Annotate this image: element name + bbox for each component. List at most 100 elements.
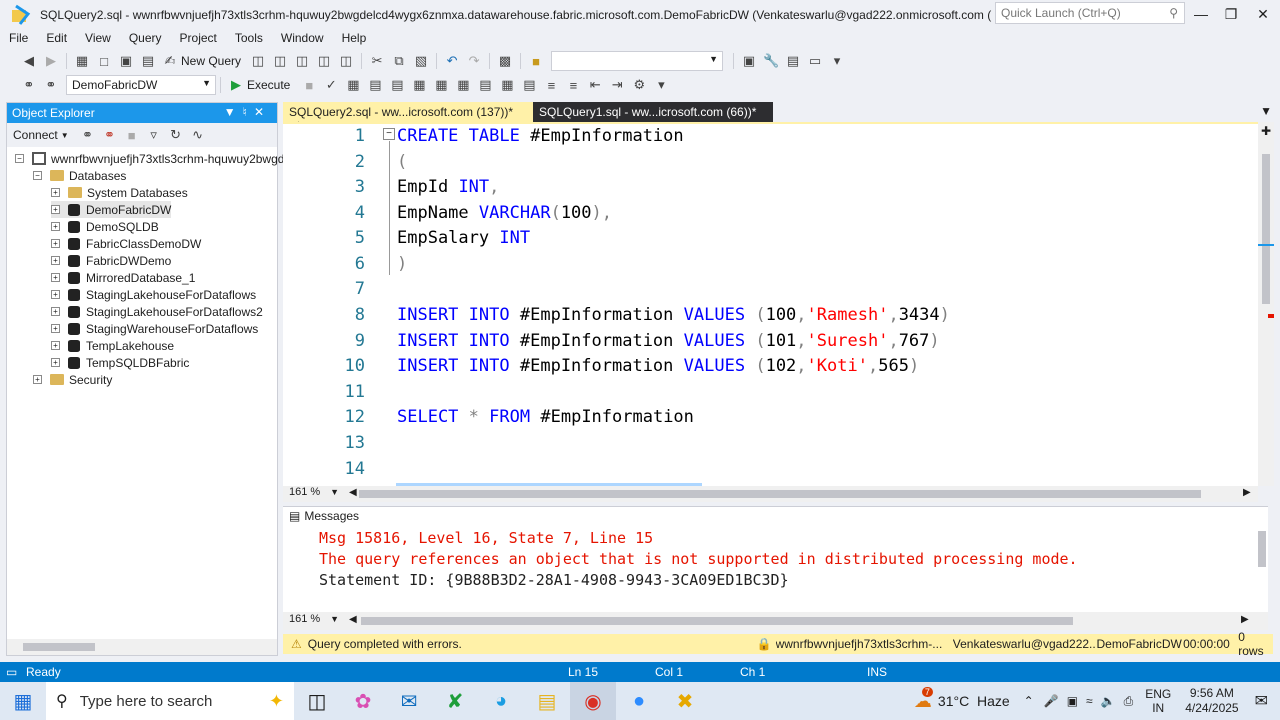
activity-monitor-icon[interactable]: ▩ [497,53,513,69]
actual-plan-icon[interactable]: ▦ [411,77,427,93]
undo-icon[interactable]: ↶ [444,53,460,69]
uncomment-icon[interactable]: ≡ [565,77,581,93]
editor-zoom-select[interactable]: 161 % ▼ [285,486,343,502]
system-databases-node[interactable]: + System Databases [51,184,188,201]
tree-db-item[interactable]: + StagingLakehouseForDataflows2 [51,303,263,320]
menu-file[interactable]: File [0,30,37,48]
show-hidden-icons[interactable]: ⌃ [1024,694,1034,708]
tree-db-item[interactable]: + FabricClassDemoDW [51,235,201,252]
connect-icon[interactable]: ⚭ [21,77,37,93]
dax-query-icon[interactable]: ◫ [338,53,354,69]
server-node[interactable]: − wwnrfbwvnjuefjh73xtls3crhm-hquwuy2bwgd… [15,150,291,167]
add-item-icon[interactable]: □ [96,53,112,69]
client-stats-icon[interactable]: ▦ [455,77,471,93]
intellisense-icon[interactable]: ▤ [389,77,405,93]
toolbar-options-icon[interactable]: ▾ [829,53,845,69]
redo-icon[interactable]: ↷ [466,53,482,69]
menu-query[interactable]: Query [120,30,171,48]
database-select[interactable]: DemoFabricDW ▼ [66,75,216,95]
toolbar2-options-icon[interactable]: ▾ [653,77,669,93]
properties-icon[interactable]: 🔧 [763,53,779,69]
dmx-query-icon[interactable]: ◫ [294,53,310,69]
refresh-icon[interactable]: ↻ [168,127,184,143]
stop-icon[interactable]: ■ [301,77,317,93]
execute-icon[interactable]: ▶ [228,77,244,93]
expand-icon[interactable]: + [51,222,60,231]
new-query-icon[interactable]: ✍ [162,53,178,69]
tree-db-item[interactable]: + FabricDWDemo [51,252,171,269]
registered-servers-icon[interactable]: ▣ [741,53,757,69]
parse-icon[interactable]: ✓ [323,77,339,93]
battery-icon[interactable]: ▣ [1067,694,1078,708]
h-scroll-thumb[interactable] [361,617,1073,625]
messages-tab[interactable]: ▤ Messages [289,509,359,523]
language-indicator[interactable]: ENG IN [1145,687,1171,715]
pin-icon[interactable]: ♮ [243,105,254,119]
databases-node[interactable]: − Databases [33,167,126,184]
query-options-icon[interactable]: ▤ [367,77,383,93]
forward-icon[interactable]: ▶ [43,53,59,69]
task-view-icon[interactable]: ◫ [294,682,340,720]
live-stats-icon[interactable]: ▦ [433,77,449,93]
zoom-icon[interactable]: ● [616,682,662,720]
expand-icon[interactable]: + [51,256,60,265]
xmla-query-icon[interactable]: ◫ [316,53,332,69]
minimize-button[interactable]: — [1186,4,1216,24]
close-button[interactable]: ✕ [1248,4,1278,24]
tree-db-item[interactable]: + StagingWarehouseForDataflows [51,320,258,337]
scroll-left-icon[interactable]: ◀ [349,614,357,625]
microphone-icon[interactable]: 🎤 [1044,694,1059,708]
tab-sqlquery1[interactable]: SQLQuery1.sql - ww...icrosoft.com (66))* [533,102,773,122]
expand-icon[interactable]: + [51,188,60,197]
clock[interactable]: 9:56 AM 4/24/2025 [1185,686,1238,716]
window-layout-icon[interactable]: ▭ [807,53,823,69]
maximize-button[interactable]: ❐ [1216,4,1246,24]
activity-icon[interactable]: ∿ [190,127,206,143]
notification-center-icon[interactable]: ✉ [1255,691,1268,711]
split-icon[interactable]: ✚ [1258,124,1274,138]
decrease-indent-icon[interactable]: ⇤ [587,77,603,93]
menu-project[interactable]: Project [171,30,226,48]
scroll-right-icon[interactable]: ▶ [1243,487,1251,498]
copilot-icon[interactable]: ✿ [340,682,386,720]
tree-db-item[interactable]: + TempSQLDBFabric [51,354,189,371]
collapse-icon[interactable]: − [15,154,24,163]
weather-text[interactable]: 31°C Haze [938,693,1010,709]
h-scroll-thumb[interactable] [359,490,1201,498]
mdx-query-icon[interactable]: ◫ [272,53,288,69]
menu-help[interactable]: Help [333,30,376,48]
scroll-left-icon[interactable]: ◀ [349,487,357,498]
results-to-text-icon[interactable]: ▤ [477,77,493,93]
results-to-grid-icon[interactable]: ▦ [499,77,515,93]
disconnect-icon[interactable]: ⚭ [102,127,118,143]
volume-icon[interactable]: 🔈 [1101,694,1116,708]
stop-explorer-icon[interactable]: ■ [124,127,140,143]
menu-tools[interactable]: Tools [226,30,272,48]
filter-icon[interactable]: ▿ [146,127,162,143]
back-icon[interactable]: ◀ [21,53,37,69]
find-icon[interactable]: ■ [528,53,544,69]
expand-icon[interactable]: + [51,324,60,333]
expand-icon[interactable]: + [51,341,60,350]
find-combo[interactable]: ▼ [551,51,724,71]
tree-db-item[interactable]: + TempLakehouse [51,337,174,354]
chrome-icon[interactable]: ◉ [570,682,616,720]
scroll-thumb[interactable] [1262,154,1270,304]
connect-explorer-icon[interactable]: ⚭ [80,127,96,143]
wifi-icon[interactable]: ≈ [1086,694,1093,708]
tab-list-dropdown-icon[interactable]: ▼ [1260,104,1272,118]
expand-icon[interactable]: + [33,375,42,384]
expand-icon[interactable]: + [51,358,60,367]
tree-db-item[interactable]: + MirroredDatabase_1 [51,269,195,286]
expand-icon[interactable]: + [51,290,60,299]
save-all-icon[interactable]: ▤ [140,53,156,69]
connect-dropdown-icon[interactable]: ▼ [61,131,69,140]
messages-zoom-select[interactable]: 161 % ▼ [285,613,343,629]
ssms-taskbar-icon[interactable]: ✖ [662,682,708,720]
edge-icon[interactable]: ◕ [478,682,524,720]
paste-icon[interactable]: ▧ [413,53,429,69]
expand-icon[interactable]: + [51,205,60,214]
db-engine-query-icon[interactable]: ◫ [250,53,266,69]
specify-values-icon[interactable]: ⚙ [631,77,647,93]
connect-button[interactable]: Connect [13,128,58,142]
